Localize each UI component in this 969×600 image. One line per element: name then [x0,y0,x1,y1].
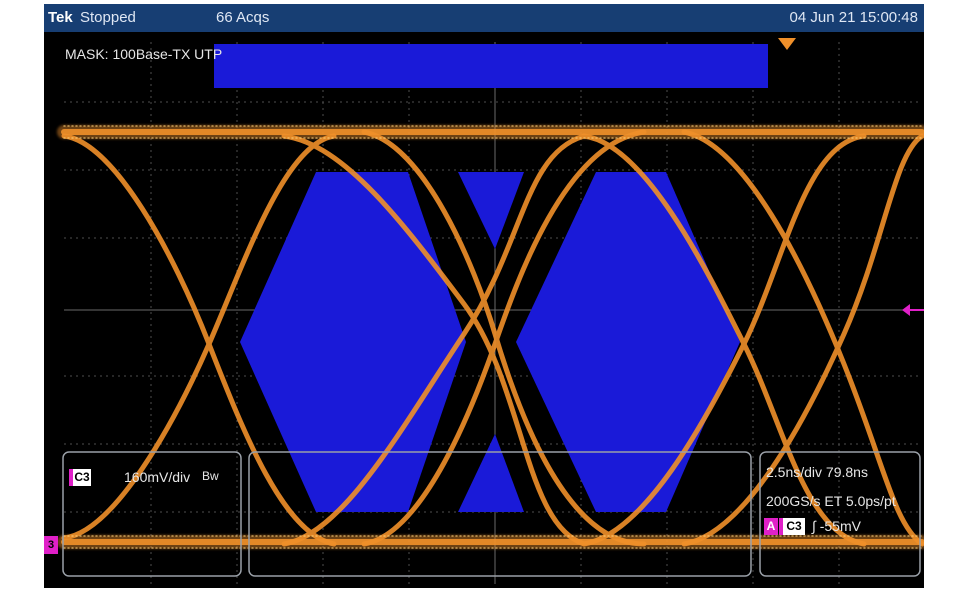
horizontal-scale[interactable]: 2.5ns/div 79.8ns [766,464,868,480]
trigger-source-mark: A [764,518,778,535]
c3-channel-badge[interactable]: C3 [69,469,91,486]
c3-vertical-scale[interactable]: 160mV/div [124,469,190,485]
mask-regions [214,44,768,512]
sample-rate[interactable]: 200GS/s ET 5.0ps/pt [766,493,896,509]
mask-top-bar [214,44,768,88]
mask-hexagon-right [516,172,740,512]
mask-hexagon-left [240,172,466,512]
trigger-position-marker[interactable] [778,38,796,50]
trigger-channel-badge[interactable]: C3 [779,518,805,535]
trigger-level-marker[interactable] [902,304,924,316]
trigger-level[interactable]: ∫ -55mV [812,518,861,534]
mask-triangle-lower [458,434,524,512]
bandwidth-limit-icon: Bw [202,469,219,483]
mask-label: MASK: 100Base-TX UTP [65,46,223,62]
oscilloscope-display: Tek Stopped 66 Acqs 04 Jun 21 15:00:48 M… [44,4,924,588]
c3-ground-marker[interactable]: 3 [44,536,58,554]
